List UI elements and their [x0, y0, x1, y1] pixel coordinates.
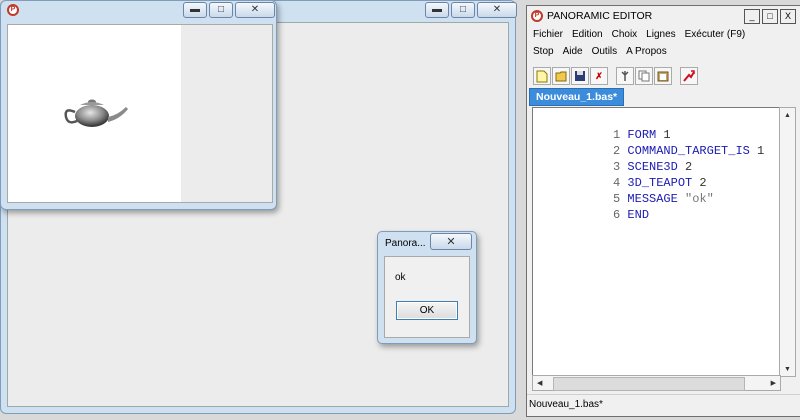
scroll-right-arrow-icon[interactable]: ▶: [771, 379, 776, 387]
delete-icon[interactable]: ✗: [590, 67, 608, 85]
minimize-button[interactable]: ▬: [183, 2, 207, 18]
panoramic-app-icon: P: [531, 10, 543, 22]
editor-window-buttons: _ □ X: [744, 9, 796, 24]
run-icon[interactable]: [680, 67, 698, 85]
horizontal-scroll-thumb[interactable]: [553, 377, 745, 391]
dialog-title: Panora...: [385, 238, 426, 249]
close-button[interactable]: ✕: [477, 2, 517, 18]
code-keyword: END: [627, 208, 650, 222]
editor-maximize-button[interactable]: □: [762, 9, 778, 24]
code-line: 4 3D_TEAPOT 2: [533, 162, 707, 190]
horizontal-scrollbar[interactable]: ◀ ▶: [532, 375, 781, 391]
line-number: 6: [613, 208, 621, 222]
dialog-client: ok OK: [384, 256, 470, 338]
new-file-icon[interactable]: [533, 67, 551, 85]
dialog-close-button[interactable]: ✕: [430, 233, 472, 250]
editor-title: PANORAMIC EDITOR: [547, 10, 653, 22]
code-line: 5 MESSAGE "ok": [533, 178, 714, 206]
code-line: 6 END: [533, 194, 649, 222]
code-editor[interactable]: 1 FORM 1 2 COMMAND_TARGET_IS 1 3 SCENE3D…: [532, 107, 781, 377]
tab-nouveau-1[interactable]: Nouveau_1.bas*: [529, 88, 625, 106]
minimize-button[interactable]: ▬: [425, 2, 449, 18]
close-button[interactable]: ✕: [235, 2, 275, 18]
maximize-button[interactable]: □: [451, 2, 475, 18]
background-form-caption-buttons: ▬ □ ✕: [425, 2, 517, 18]
scroll-left-arrow-icon[interactable]: ◀: [537, 379, 542, 387]
scene3d-viewport[interactable]: [8, 25, 181, 202]
menu-bar-row2: Stop Aide Outils A Propos: [533, 46, 667, 57]
menu-edition[interactable]: Edition: [572, 29, 603, 40]
scroll-up-arrow-icon[interactable]: ▲: [784, 112, 791, 119]
copy-icon[interactable]: [635, 67, 653, 85]
editor-toolbar: ✗: [533, 66, 698, 86]
menu-choix[interactable]: Choix: [612, 29, 638, 40]
maximize-button[interactable]: □: [209, 2, 233, 18]
code-line: 2 COMMAND_TARGET_IS 1: [533, 130, 764, 158]
status-filename: Nouveau_1.bas*: [529, 399, 603, 410]
vertical-scrollbar[interactable]: ▲ ▼: [779, 107, 796, 377]
code-string: "ok": [677, 192, 714, 206]
message-dialog: Panora... ✕ ok OK: [377, 231, 477, 344]
menu-a-propos[interactable]: A Propos: [626, 46, 667, 57]
menu-lignes[interactable]: Lignes: [646, 29, 675, 40]
menu-outils[interactable]: Outils: [592, 46, 618, 57]
panoramic-app-icon: P: [7, 4, 19, 16]
scene3d-form-client: [7, 24, 273, 203]
status-bar: Nouveau_1.bas*: [527, 394, 800, 416]
editor-minimize-button[interactable]: _: [744, 9, 760, 24]
code-argument: 1: [749, 144, 765, 158]
scene3d-caption-buttons: ▬ □ ✕: [183, 2, 275, 18]
tools-icon[interactable]: [616, 67, 634, 85]
menu-stop[interactable]: Stop: [533, 46, 554, 57]
editor-tab-strip: Nouveau_1.bas*: [529, 88, 625, 106]
paste-icon[interactable]: [654, 67, 672, 85]
panoramic-editor-window: P PANORAMIC EDITOR _ □ X Fichier Edition…: [526, 5, 800, 417]
dialog-message: ok: [395, 272, 406, 283]
open-folder-icon[interactable]: [552, 67, 570, 85]
scene3d-form-window: P ▬ □ ✕: [0, 0, 277, 210]
menu-bar-row1: Fichier Edition Choix Lignes Exécuter (F…: [533, 29, 745, 40]
ok-button[interactable]: OK: [396, 301, 458, 320]
editor-titlebar: P PANORAMIC EDITOR _ □ X: [527, 6, 800, 26]
menu-aide[interactable]: Aide: [563, 46, 583, 57]
teapot-icon: [64, 99, 128, 127]
editor-close-button[interactable]: X: [780, 9, 796, 24]
scroll-down-arrow-icon[interactable]: ▼: [784, 366, 791, 373]
menu-fichier[interactable]: Fichier: [533, 29, 563, 40]
menu-executer[interactable]: Exécuter (F9): [685, 29, 746, 40]
save-icon[interactable]: [571, 67, 589, 85]
code-line: 1 FORM 1: [533, 114, 671, 142]
code-line: 3 SCENE3D 2: [533, 146, 692, 174]
